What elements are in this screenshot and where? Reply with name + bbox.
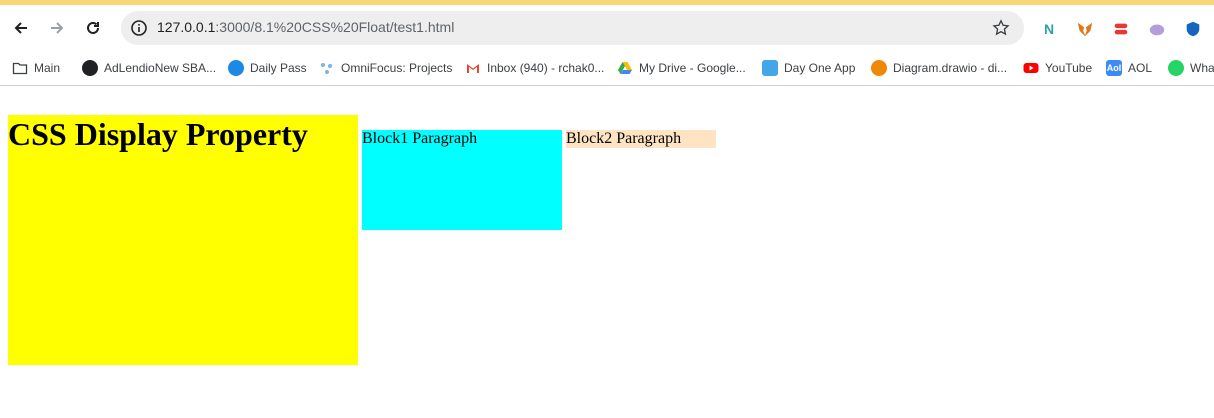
block2-paragraph: Block2 Paragraph	[566, 130, 682, 147]
site-info-icon[interactable]	[127, 16, 151, 40]
reload-button[interactable]	[78, 13, 108, 43]
shield-icon[interactable]	[1182, 18, 1204, 40]
aol-icon: Aol	[1106, 60, 1122, 76]
omnifocus-icon	[319, 60, 335, 76]
gmail-icon	[465, 60, 481, 76]
bookmark-label: Daily Pass	[250, 61, 307, 75]
drawio-icon	[871, 60, 887, 76]
bookmark-label: AdLendioNew SBA...	[104, 61, 217, 75]
bookmarks-bar: Main AdLendioNew SBA... Daily Pass OmniF…	[0, 51, 1214, 86]
bookmark-my-drive[interactable]: My Drive - Google...	[617, 58, 746, 78]
back-arrow-icon	[14, 22, 27, 34]
address-bar[interactable]: 127.0.0.1:3000/8.1%20CSS%20Float/test1.h…	[121, 11, 1024, 45]
bookmark-label: Wha	[1190, 61, 1214, 75]
bookmark-star-icon[interactable]	[990, 17, 1012, 39]
url-host: 127.0.0.1	[157, 19, 216, 35]
bookmark-main[interactable]: Main	[12, 58, 60, 78]
youtube-icon	[1023, 60, 1039, 76]
bookmark-youtube[interactable]: YouTube	[1023, 58, 1092, 78]
bookmark-label: Inbox (940) - rchak0...	[487, 61, 605, 75]
extension-red-icon[interactable]	[1110, 18, 1132, 40]
globe-icon	[82, 60, 98, 76]
bookmark-label: Main	[34, 61, 61, 75]
bookmark-daily-pass[interactable]: Daily Pass	[228, 58, 307, 78]
url-path: :3000/8.1%20CSS%20Float/test1.html	[215, 19, 455, 35]
extension-n-icon[interactable]: N	[1038, 18, 1060, 40]
reload-icon	[87, 21, 99, 34]
page-heading: CSS Display Property	[8, 116, 308, 152]
bookmark-drawio[interactable]: Diagram.drawio - di...	[871, 58, 1007, 78]
page-content: CSS Display Property Block1 Paragraph Bl…	[0, 86, 1214, 418]
bookmark-aol[interactable]: Aol AOL	[1106, 58, 1152, 78]
browser-toolbar: 127.0.0.1:3000/8.1%20CSS%20Float/test1.h…	[0, 5, 1214, 51]
metamask-icon[interactable]	[1074, 18, 1096, 40]
whatsapp-icon	[1168, 60, 1184, 76]
block1-paragraph: Block1 Paragraph	[362, 130, 478, 147]
bookmark-label: OmniFocus: Projects	[341, 61, 453, 75]
bookmark-day-one[interactable]: Day One App	[762, 58, 855, 78]
block1: Block1 Paragraph	[362, 130, 562, 230]
bookmark-adlendio[interactable]: AdLendioNew SBA...	[82, 58, 216, 78]
forward-button[interactable]	[42, 13, 72, 43]
bookmark-inbox[interactable]: Inbox (940) - rchak0...	[465, 58, 604, 78]
forward-arrow-icon	[51, 22, 64, 34]
bookmark-omnifocus[interactable]: OmniFocus: Projects	[319, 58, 452, 78]
day-one-icon	[762, 60, 778, 76]
extension-purple-icon[interactable]	[1146, 18, 1168, 40]
heading-box: CSS Display Property	[8, 115, 358, 365]
bookmark-label: Diagram.drawio - di...	[893, 61, 1008, 75]
bookmark-label: Day One App	[784, 61, 856, 75]
bookmark-label: AOL	[1128, 61, 1153, 75]
back-button[interactable]	[6, 13, 36, 43]
bookmark-whatsapp[interactable]: Wha	[1168, 58, 1214, 78]
bookmark-label: YouTube	[1045, 61, 1093, 75]
url-text[interactable]: 127.0.0.1:3000/8.1%20CSS%20Float/test1.h…	[157, 19, 454, 35]
daily-pass-icon	[228, 60, 244, 76]
folder-icon	[12, 60, 28, 76]
google-drive-icon	[617, 60, 633, 76]
bookmark-label: My Drive - Google...	[639, 61, 746, 75]
block2: Block2 Paragraph	[566, 130, 716, 148]
